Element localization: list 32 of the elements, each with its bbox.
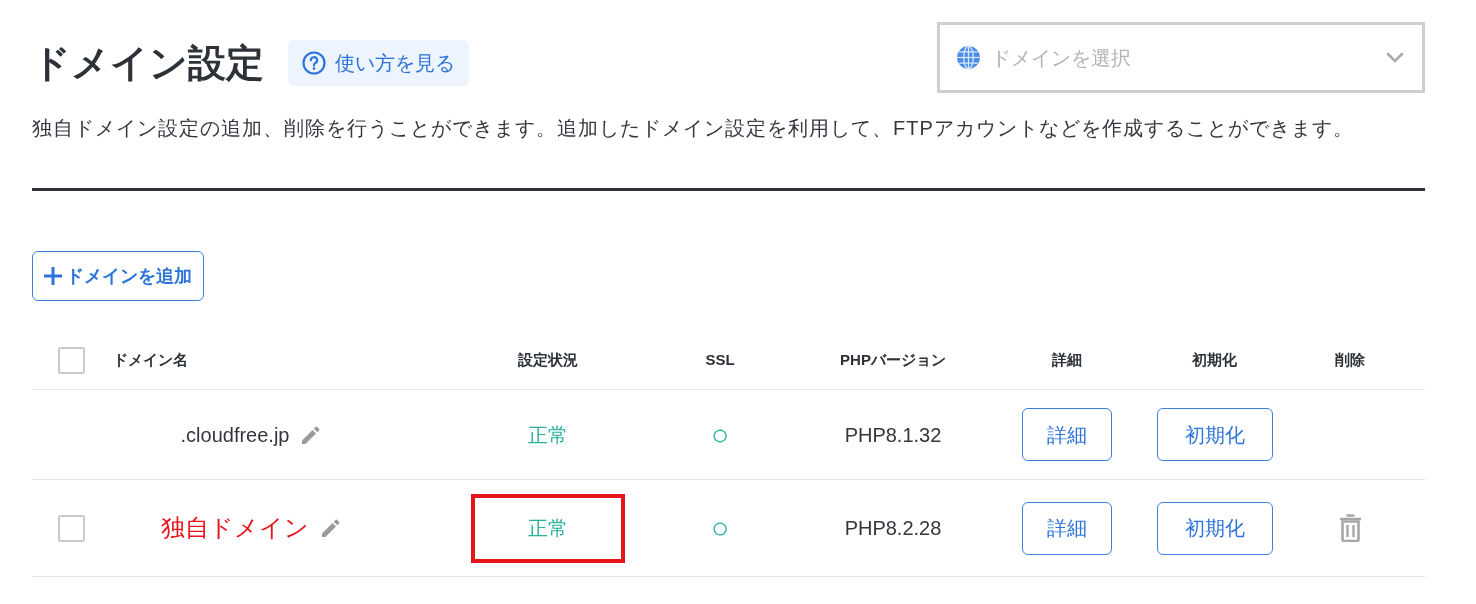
globe-icon	[956, 45, 981, 70]
php-version: PHP8.1.32	[844, 422, 942, 448]
reset-button[interactable]: 初期化	[1156, 501, 1273, 555]
detail-button[interactable]: 詳細	[1022, 501, 1112, 555]
detail-button[interactable]: 詳細	[1022, 408, 1112, 461]
status-text: 正常	[528, 516, 568, 541]
domain-name: .cloudfree.jp	[180, 422, 290, 448]
status-text: 正常	[528, 422, 568, 448]
column-header: 設定状況	[517, 350, 579, 371]
ssl-status: ○	[710, 513, 730, 543]
column-header: SSL	[704, 350, 736, 371]
column-header: 削除	[1334, 350, 1366, 371]
php-version: PHP8.2.28	[844, 516, 942, 541]
trash-icon[interactable]	[1338, 514, 1362, 542]
pencil-icon[interactable]	[321, 518, 341, 538]
column-header: ドメイン名	[112, 350, 189, 371]
description-text: 独自ドメイン設定の追加、削除を行うことができます。追加したドメイン設定を利用して、FTPアカウントなどを作成することができます。	[32, 116, 1355, 141]
add-domain-button[interactable]: ドメインを追加	[32, 251, 204, 301]
pencil-icon[interactable]	[301, 424, 322, 445]
help-icon	[302, 51, 326, 75]
help-button[interactable]: 使い方を見る	[288, 40, 469, 86]
row-checkbox[interactable]	[57, 514, 85, 542]
select-all-checkbox[interactable]	[57, 347, 85, 374]
page-title: ドメイン設定	[32, 41, 264, 86]
ssl-status: ○	[710, 419, 730, 450]
chevron-down-icon	[1386, 51, 1404, 64]
column-header: 詳細	[1051, 350, 1083, 371]
column-header: PHPバージョン	[839, 350, 947, 371]
plus-icon	[43, 266, 63, 286]
column-header: 初期化	[1191, 350, 1238, 371]
annotation-text: 独自ドメイン	[161, 513, 309, 543]
reset-button[interactable]: 初期化	[1156, 408, 1273, 461]
